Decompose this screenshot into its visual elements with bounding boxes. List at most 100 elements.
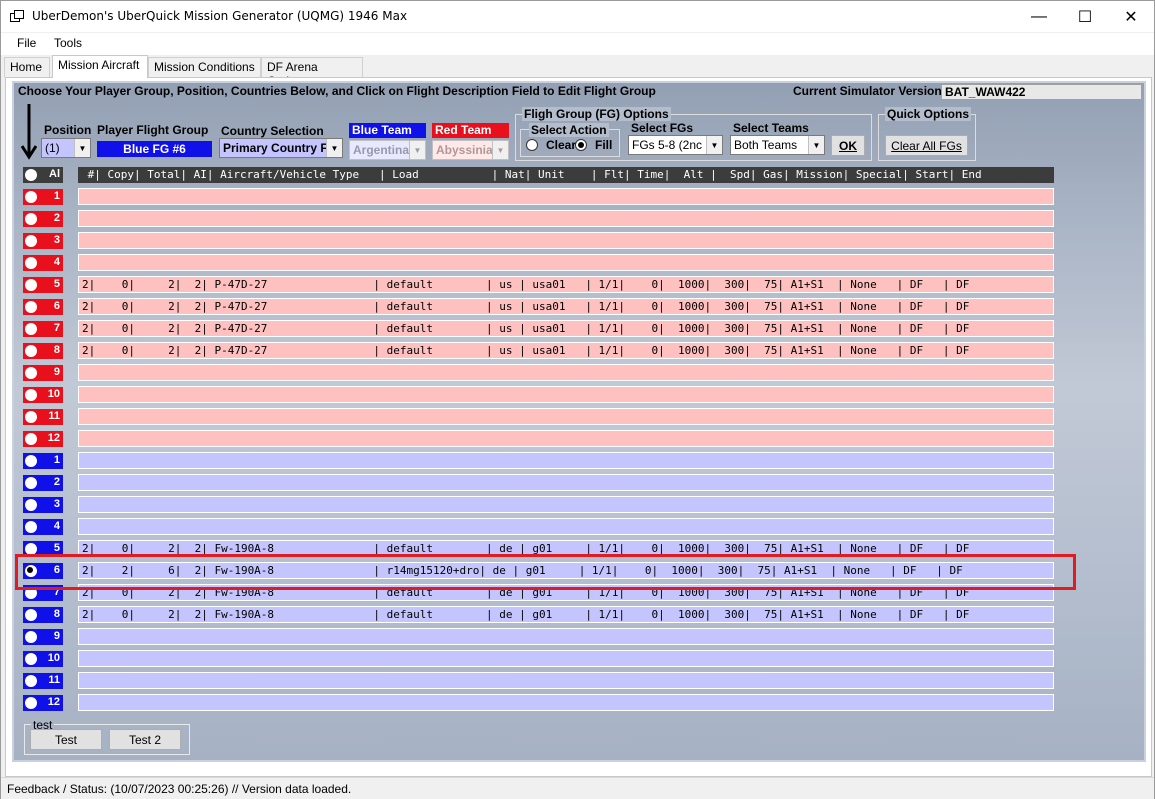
blue-fg-row-3[interactable] [78,496,1054,513]
red-fg-row-6[interactable]: 2| 0| 2| 2| P-47D-27 | default | us | us… [78,298,1054,315]
blue-fg-select-1[interactable]: 1 [23,453,63,469]
fg-radio[interactable] [25,213,37,225]
fg-radio[interactable] [25,675,37,687]
red-fg-select-7[interactable]: 7 [23,321,63,337]
red-fg-select-12[interactable]: 12 [23,431,63,447]
select-teams-select[interactable]: Both Teams ▼ [730,135,825,155]
fg-radio[interactable] [25,521,37,533]
red-fg-row-11[interactable] [78,408,1054,425]
blue-fg-row-1[interactable] [78,452,1054,469]
selection-highlight [15,554,1076,590]
fg-radio[interactable] [25,235,37,247]
blue-fg-select-4[interactable]: 4 [23,519,63,535]
clear-all-fgs-button[interactable]: Clear All FGs [885,135,968,156]
fg-number: 12 [47,696,60,708]
blue-fg-row-2[interactable] [78,474,1054,491]
clear-radio[interactable] [526,139,538,151]
fg-radio[interactable] [25,257,37,269]
maximize-icon[interactable]: ☐ [1062,1,1108,32]
sim-version-field[interactable]: BAT_WAW422 [941,84,1142,100]
red-team-select[interactable]: Abyssinia ▼ [432,140,509,160]
red-fg-row-10[interactable] [78,386,1054,403]
blue-fg-select-11[interactable]: 11 [23,673,63,689]
position-label: Position [44,123,92,137]
red-fg-row-1[interactable] [78,188,1054,205]
fg-radio[interactable] [25,191,37,203]
chevron-down-icon: ▼ [808,136,824,154]
status-bar: Feedback / Status: (10/07/2023 00:25:26)… [1,777,1154,799]
fill-radio[interactable] [575,139,587,151]
red-fg-select-10[interactable]: 10 [23,387,63,403]
test-2-button[interactable]: Test 2 [109,729,181,750]
red-fg-select-2[interactable]: 2 [23,211,63,227]
blue-fg-row-4[interactable] [78,518,1054,535]
menu-tools[interactable]: Tools [54,36,82,50]
red-fg-row-3[interactable] [78,232,1054,249]
blue-fg-select-3[interactable]: 3 [23,497,63,513]
red-fg-select-11[interactable]: 11 [23,409,63,425]
red-fg-select-5[interactable]: 5 [23,277,63,293]
red-fg-select-1[interactable]: 1 [23,189,63,205]
red-fg-row-4[interactable] [78,254,1054,271]
blue-fg-select-10[interactable]: 10 [23,651,63,667]
fg-radio[interactable] [25,301,37,313]
fg-radio[interactable] [25,411,37,423]
red-fg-select-4[interactable]: 4 [23,255,63,271]
red-fg-row-9[interactable] [78,364,1054,381]
menu-bar: File Tools [1,33,1154,55]
fg-number: 10 [47,652,60,664]
test-button[interactable]: Test [30,729,102,750]
tab-mission-aircraft[interactable]: Mission Aircraft [52,55,148,78]
fg-radio[interactable] [25,323,37,335]
fg-radio[interactable] [25,279,37,291]
select-all-radio[interactable] [25,169,37,181]
fg-radio[interactable] [25,609,37,621]
fg-radio[interactable] [25,499,37,511]
fg-radio[interactable] [25,477,37,489]
fg-radio[interactable] [25,697,37,709]
blue-fg-select-8[interactable]: 8 [23,607,63,623]
blue-fg-select-2[interactable]: 2 [23,475,63,491]
blue-fg-row-11[interactable] [78,672,1054,689]
red-fg-row-2[interactable] [78,210,1054,227]
blue-fg-select-9[interactable]: 9 [23,629,63,645]
blue-fg-row-10[interactable] [78,650,1054,667]
blue-fg-select-12[interactable]: 12 [23,695,63,711]
red-fg-row-5[interactable]: 2| 0| 2| 2| P-47D-27 | default | us | us… [78,276,1054,293]
fg-number: 8 [53,608,60,620]
app-icon [10,10,24,22]
red-fg-row-8[interactable]: 2| 0| 2| 2| P-47D-27 | default | us | us… [78,342,1054,359]
fg-number: 3 [53,498,60,510]
position-select[interactable]: (1) ▼ [41,138,91,158]
red-fg-row-7[interactable]: 2| 0| 2| 2| P-47D-27 | default | us | us… [78,320,1054,337]
minimize-icon[interactable]: — [1016,1,1062,32]
red-fg-select-9[interactable]: 9 [23,365,63,381]
blue-fg-row-8[interactable]: 2| 0| 2| 2| Fw-190A-8 | default | de | g… [78,606,1054,623]
fg-radio[interactable] [25,455,37,467]
blue-fg-row-9[interactable] [78,628,1054,645]
red-fg-select-8[interactable]: 8 [23,343,63,359]
fg-radio[interactable] [25,367,37,379]
select-all-toggle[interactable]: Al [23,167,63,183]
fg-number: 5 [53,542,60,554]
red-fg-select-6[interactable]: 6 [23,299,63,315]
select-fgs-select[interactable]: FGs 5-8 (2nc ▼ [628,135,723,155]
tab-home[interactable]: Home [4,57,50,77]
blue-team-select[interactable]: Argentina ▼ [349,140,426,160]
fg-radio[interactable] [25,345,37,357]
blue-team-value: Argentina [353,143,410,157]
menu-file[interactable]: File [17,36,36,50]
fg-radio[interactable] [25,631,37,643]
tab-mission-conditions[interactable]: Mission Conditions [148,57,261,77]
red-fg-row-12[interactable] [78,430,1054,447]
blue-fg-row-12[interactable] [78,694,1054,711]
close-icon[interactable]: ✕ [1108,1,1154,32]
fg-radio[interactable] [25,433,37,445]
red-fg-select-3[interactable]: 3 [23,233,63,249]
select-teams-label: Select Teams [733,121,809,135]
country-select[interactable]: Primary Country F ▼ [219,138,343,158]
fg-radio[interactable] [25,653,37,665]
ok-button[interactable]: OK [831,135,865,156]
tab-df-arena-options[interactable]: DF Arena Options [261,57,363,88]
fg-radio[interactable] [25,389,37,401]
